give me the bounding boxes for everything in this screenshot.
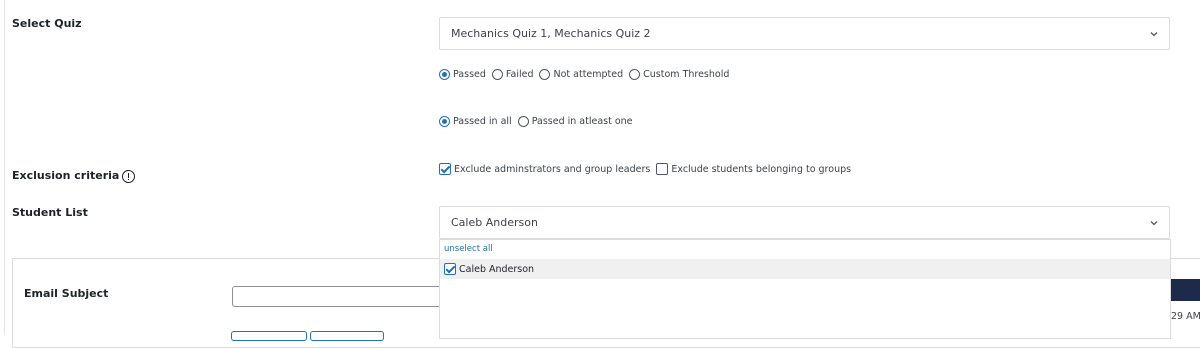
- exclude-grouped-students-label: Exclude students belonging to groups: [671, 163, 852, 175]
- exclude-grouped-students-checkbox[interactable]: [656, 163, 669, 175]
- left-divider: [4, 0, 5, 335]
- status-radio-group: Passed Failed Not attempted Custom Thres…: [439, 69, 735, 80]
- exclusion-criteria-text: Exclusion criteria: [12, 169, 120, 182]
- radio-failed-label: Failed: [505, 69, 534, 80]
- chevron-down-icon: [1150, 221, 1158, 226]
- pass-scope-radio-group: Passed in all Passed in atleast one: [439, 116, 639, 127]
- radio-custom-threshold[interactable]: [629, 69, 641, 80]
- email-subject-label: Email Subject: [24, 287, 109, 300]
- student-option-label: Caleb Anderson: [459, 263, 535, 275]
- exclusion-criteria-label: Exclusion criteria: [12, 169, 136, 183]
- student-list-label: Student List: [12, 206, 88, 219]
- email-subject-input[interactable]: [232, 286, 452, 307]
- student-select[interactable]: Caleb Anderson: [439, 206, 1170, 239]
- header-bar-fragment: [1171, 279, 1200, 301]
- chevron-down-icon: [1150, 32, 1158, 37]
- radio-passed-in-atleast-one-label: Passed in atleast one: [531, 116, 633, 127]
- radio-not-attempted[interactable]: [539, 69, 551, 80]
- quiz-select-value: Mechanics Quiz 1, Mechanics Quiz 2: [451, 27, 651, 40]
- quiz-select[interactable]: Mechanics Quiz 1, Mechanics Quiz 2: [439, 17, 1170, 50]
- exclusion-checkbox-group: Exclude adminstrators and group leaders …: [439, 163, 857, 175]
- radio-failed[interactable]: [491, 69, 503, 80]
- exclude-admins-checkbox[interactable]: [439, 163, 451, 175]
- time-fragment: 29 AM: [1171, 311, 1200, 322]
- student-option-checkbox[interactable]: [444, 263, 456, 275]
- radio-custom-threshold-label: Custom Threshold: [643, 69, 730, 80]
- select-quiz-label: Select Quiz: [12, 17, 82, 30]
- radio-passed-in-all-label: Passed in all: [453, 116, 512, 127]
- panel-button-1[interactable]: [231, 331, 307, 341]
- radio-passed-in-atleast-one[interactable]: [517, 116, 529, 127]
- radio-passed-in-all[interactable]: [439, 116, 450, 127]
- exclude-admins-label: Exclude adminstrators and group leaders: [454, 163, 651, 175]
- student-option-caleb-anderson[interactable]: Caleb Anderson: [440, 259, 1170, 279]
- panel-button-2[interactable]: [310, 331, 384, 341]
- radio-passed-label: Passed: [453, 69, 486, 80]
- student-select-value: Caleb Anderson: [451, 216, 538, 229]
- radio-passed[interactable]: [439, 69, 450, 80]
- radio-not-attempted-label: Not attempted: [553, 69, 624, 80]
- info-icon[interactable]: [122, 169, 136, 183]
- unselect-all-link[interactable]: unselect all: [444, 244, 493, 254]
- student-dropdown: unselect all Caleb Anderson: [439, 239, 1171, 339]
